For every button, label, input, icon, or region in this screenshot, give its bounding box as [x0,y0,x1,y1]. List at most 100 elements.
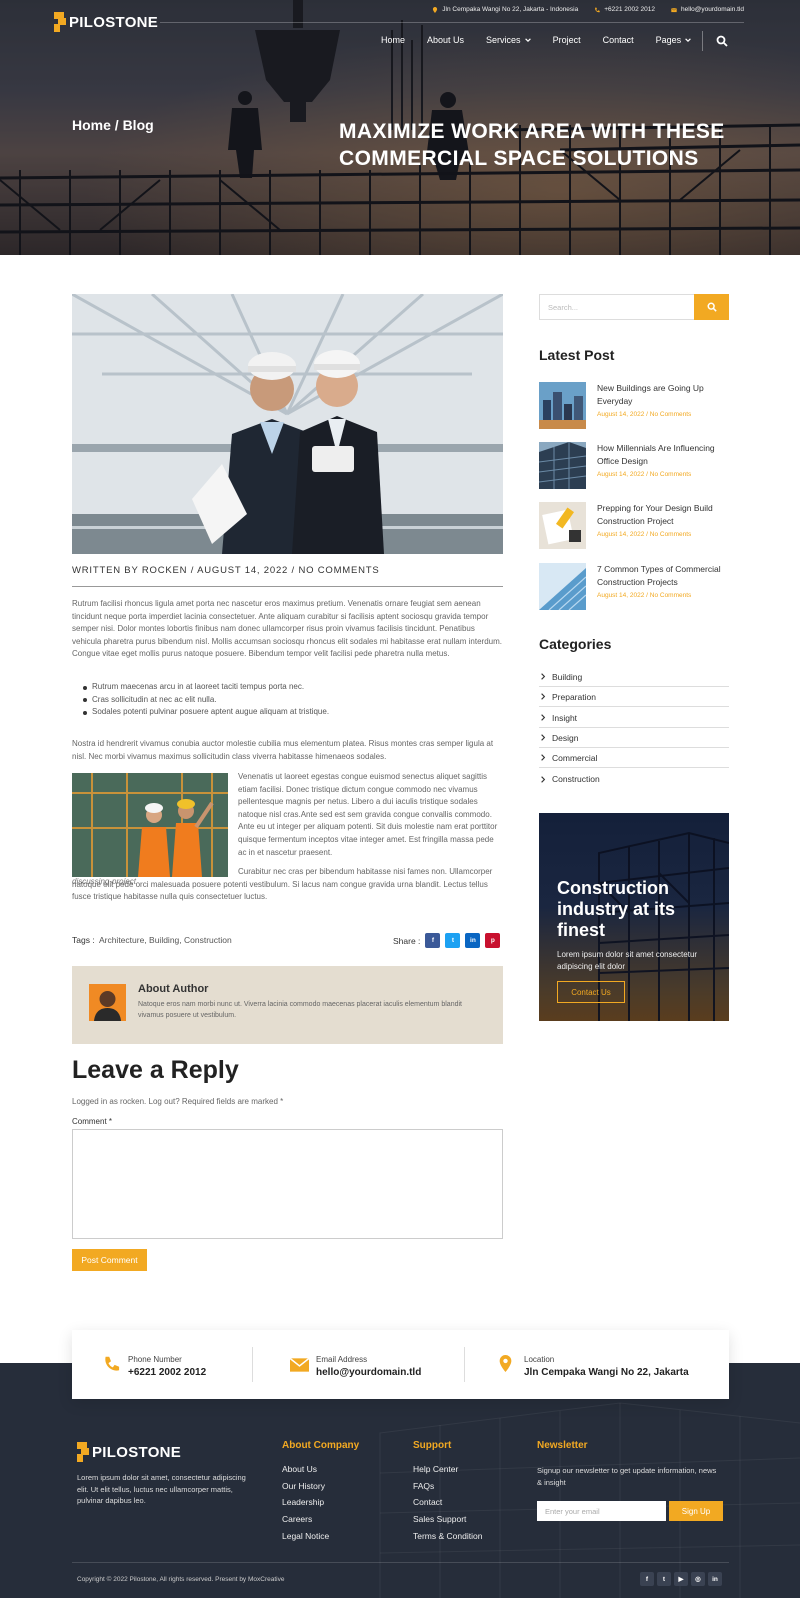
footer-link[interactable]: Help Center [413,1464,458,1474]
footer-newsletter-heading: Newsletter [537,1440,588,1451]
footer-link[interactable]: Sales Support [413,1514,466,1524]
nav-project[interactable]: Project [553,35,581,45]
post-date: August 14, 2022 / No Comments [597,471,692,478]
envelope-icon [671,7,677,12]
post-date: August 14, 2022 / No Comments [597,411,692,418]
category-item[interactable]: Preparation [539,687,729,707]
post-paragraph-1: Rutrum facilisi rhoncus ligula amet port… [72,599,502,659]
categories-heading: Categories [539,636,612,652]
footer-link[interactable]: Leadership [282,1497,324,1507]
footer-link[interactable]: Terms & Condition [413,1531,482,1541]
comment-textarea[interactable] [72,1129,503,1239]
category-item[interactable]: Insight [539,708,729,728]
inline-post-image [72,773,228,877]
sidebar-search-input[interactable] [539,294,695,320]
map-pin-icon [433,6,438,13]
post-meta: WRITTEN BY ROCKEN / AUGUST 14, 2022 / NO… [72,565,380,576]
topbar-address: Jln Cempaka Wangi No 22, Jakarta - Indon… [442,6,579,13]
author-title: About Author [138,983,209,995]
linkedin-icon[interactable]: in [708,1572,722,1586]
location-value: Jln Cempaka Wangi No 22, Jakarta [524,1367,689,1378]
breadcrumb[interactable]: Home / Blog [72,117,154,133]
logged-in-text[interactable]: Logged in as rocken. Log out? Required f… [72,1097,283,1106]
nav-home[interactable]: Home [381,35,405,45]
sidebar-search-button[interactable] [694,294,729,320]
site-logo[interactable]: PILOSTONE [54,12,158,32]
footer-link[interactable]: Contact [413,1497,442,1507]
twitter-icon[interactable]: t [445,933,461,948]
footer-link[interactable]: Legal Notice [282,1531,329,1541]
post-comment-button[interactable]: Post Comment [72,1249,147,1271]
newsletter-text: Signup our newsletter to get update info… [537,1466,717,1487]
map-pin-icon [499,1355,512,1372]
post-paragraph-4: Curabitur nec cras per bibendum habitass… [72,867,493,902]
post-thumbnail [539,382,586,429]
avatar [89,984,126,1021]
newsletter-email-input[interactable] [537,1501,666,1521]
featured-image [72,294,503,554]
post-thumbnail [539,442,586,489]
top-contact-bar: Jln Cempaka Wangi No 22, Jakarta - Indon… [432,6,744,13]
topbar-phone[interactable]: +6221 2002 2012 [604,6,655,13]
pinterest-icon[interactable]: p [485,933,501,948]
promo-description: Lorem ipsum dolor sit amet consectetur a… [557,950,698,971]
post-thumbnail [539,563,586,610]
share-bar: Share : f t in p [393,933,501,948]
chevron-right-icon [541,775,546,783]
list-item: Cras sollicitudin at nec ac elit nulla. [82,694,329,707]
location-label: Location [524,1355,555,1364]
post-title[interactable]: 7 Common Types of Commercial Constructio… [597,563,727,588]
twitter-icon[interactable]: t [657,1572,671,1586]
footer-link[interactable]: Careers [282,1514,312,1524]
nav-about[interactable]: About Us [427,35,464,45]
linkedin-icon[interactable]: in [465,933,481,948]
post-bullet-list: Rutrum maecenas arcu in at laoreet tacit… [82,681,329,719]
brand-name: PILOSTONE [69,13,159,31]
footer-logo[interactable]: PILOSTONE [77,1442,181,1462]
footer-link[interactable]: Our History [282,1481,325,1491]
nav-services[interactable]: Services [486,35,531,45]
post-date: August 14, 2022 / No Comments [597,592,692,599]
phone-icon [595,7,600,12]
category-item[interactable]: Construction [539,769,729,789]
category-item[interactable]: Design [539,728,729,748]
share-label: Share : [393,935,421,946]
contact-us-button[interactable]: Contact Us [557,981,625,1003]
nav-pages[interactable]: Pages [656,35,692,45]
email-value: hello@yourdomain.tld [316,1367,422,1378]
latest-post-item[interactable]: How Millennials Are Influencing Office D… [539,442,729,490]
post-title[interactable]: Prepping for Your Design Build Construct… [597,502,727,527]
facebook-icon[interactable]: f [425,933,441,948]
sign-up-button[interactable]: Sign Up [669,1501,723,1521]
tags-links[interactable]: Architecture, Building, Construction [99,935,232,945]
latest-post-item[interactable]: New Buildings are Going Up Everyday Augu… [539,382,729,430]
post-paragraph-3: Venenatis ut laoreet egestas congue euis… [238,772,498,857]
chevron-down-icon [524,38,531,43]
phone-icon [105,1356,120,1371]
phone-value: +6221 2002 2012 [128,1367,207,1378]
youtube-icon[interactable]: ▶ [674,1572,688,1586]
footer-link[interactable]: About Us [282,1464,317,1474]
search-icon[interactable] [716,35,728,47]
author-box: About Author Natoque eros nam morbi nunc… [72,966,503,1044]
reply-heading: Leave a Reply [72,1056,239,1084]
post-title[interactable]: New Buildings are Going Up Everyday [597,382,727,407]
copyright: Copyright © 2022 Pilostone, All rights r… [77,1576,285,1583]
category-item[interactable]: Building [539,667,729,687]
chevron-down-icon [685,38,691,43]
facebook-icon[interactable]: f [640,1572,654,1586]
latest-post-item[interactable]: Prepping for Your Design Build Construct… [539,502,729,550]
list-item: Sodales potenti pulvinar posuere aptent … [82,706,329,719]
chevron-right-icon [541,673,546,680]
main-nav: Home About Us Services Project Contact P… [381,31,728,51]
footer-social-icons: f t ▶ ◎ in [640,1572,722,1586]
category-item[interactable]: Commercial [539,748,729,768]
footer-link[interactable]: FAQs [413,1481,434,1491]
instagram-icon[interactable]: ◎ [691,1572,705,1586]
topbar-email[interactable]: hello@yourdomain.tld [681,6,744,13]
footer-company-heading: About Company [282,1440,360,1451]
post-title[interactable]: How Millennials Are Influencing Office D… [597,442,727,467]
chevron-right-icon [541,714,546,721]
nav-contact[interactable]: Contact [603,35,634,45]
latest-post-item[interactable]: 7 Common Types of Commercial Constructio… [539,563,729,611]
